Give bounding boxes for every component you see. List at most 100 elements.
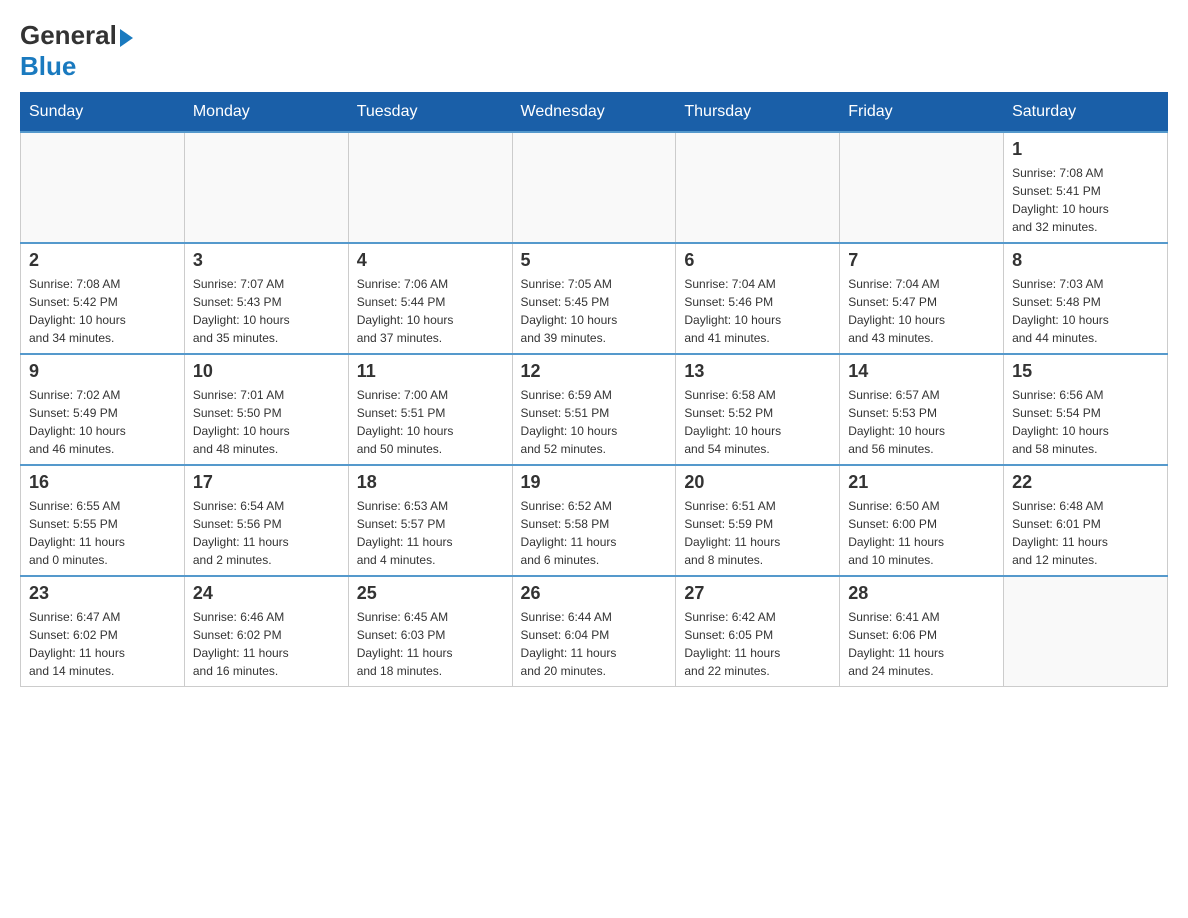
day-info: Sunrise: 6:42 AM Sunset: 6:05 PM Dayligh… bbox=[684, 608, 831, 680]
calendar-cell: 7 Sunrise: 7:04 AM Sunset: 5:47 PM Daylig… bbox=[840, 243, 1004, 354]
calendar-cell: 21 Sunrise: 6:50 AM Sunset: 6:00 PM Dayli… bbox=[840, 465, 1004, 576]
calendar-week-row: 2 Sunrise: 7:08 AM Sunset: 5:42 PM Daylig… bbox=[21, 243, 1168, 354]
calendar-cell: 24 Sunrise: 6:46 AM Sunset: 6:02 PM Dayli… bbox=[184, 576, 348, 687]
calendar-cell: 1Sunrise: 7:08 AM Sunset: 5:41 PM Daylig… bbox=[1004, 132, 1168, 243]
day-info: Sunrise: 6:50 AM Sunset: 6:00 PM Dayligh… bbox=[848, 497, 995, 569]
day-info: Sunrise: 6:41 AM Sunset: 6:06 PM Dayligh… bbox=[848, 608, 995, 680]
calendar-cell: 9 Sunrise: 7:02 AM Sunset: 5:49 PM Daylig… bbox=[21, 354, 185, 465]
day-number: 24 bbox=[193, 583, 340, 604]
day-number: 25 bbox=[357, 583, 504, 604]
day-info: Sunrise: 7:08 AM Sunset: 5:42 PM Dayligh… bbox=[29, 275, 176, 347]
calendar-header-tuesday: Tuesday bbox=[348, 93, 512, 133]
day-number: 8 bbox=[1012, 250, 1159, 271]
day-info: Sunrise: 6:47 AM Sunset: 6:02 PM Dayligh… bbox=[29, 608, 176, 680]
day-number: 4 bbox=[357, 250, 504, 271]
calendar-cell: 18 Sunrise: 6:53 AM Sunset: 5:57 PM Dayli… bbox=[348, 465, 512, 576]
calendar-cell: 23Sunrise: 6:47 AM Sunset: 6:02 PM Dayli… bbox=[21, 576, 185, 687]
calendar-cell: 28Sunrise: 6:41 AM Sunset: 6:06 PM Dayli… bbox=[840, 576, 1004, 687]
calendar-week-row: 16 Sunrise: 6:55 AM Sunset: 5:55 PM Dayli… bbox=[21, 465, 1168, 576]
day-number: 19 bbox=[521, 472, 668, 493]
calendar-table: SundayMondayTuesdayWednesdayThursdayFrid… bbox=[20, 92, 1168, 687]
day-number: 11 bbox=[357, 361, 504, 382]
calendar-header-row: SundayMondayTuesdayWednesdayThursdayFrid… bbox=[21, 93, 1168, 133]
calendar-cell bbox=[676, 132, 840, 243]
day-info: Sunrise: 7:01 AM Sunset: 5:50 PM Dayligh… bbox=[193, 386, 340, 458]
day-number: 7 bbox=[848, 250, 995, 271]
calendar-cell bbox=[348, 132, 512, 243]
page-header: General Blue bbox=[20, 20, 1168, 82]
calendar-cell: 15 Sunrise: 6:56 AM Sunset: 5:54 PM Dayli… bbox=[1004, 354, 1168, 465]
day-number: 20 bbox=[684, 472, 831, 493]
day-info: Sunrise: 7:04 AM Sunset: 5:47 PM Dayligh… bbox=[848, 275, 995, 347]
day-info: Sunrise: 6:48 AM Sunset: 6:01 PM Dayligh… bbox=[1012, 497, 1159, 569]
calendar-cell: 3 Sunrise: 7:07 AM Sunset: 5:43 PM Daylig… bbox=[184, 243, 348, 354]
day-info: Sunrise: 7:07 AM Sunset: 5:43 PM Dayligh… bbox=[193, 275, 340, 347]
day-number: 27 bbox=[684, 583, 831, 604]
calendar-cell: 26Sunrise: 6:44 AM Sunset: 6:04 PM Dayli… bbox=[512, 576, 676, 687]
day-info: Sunrise: 7:02 AM Sunset: 5:49 PM Dayligh… bbox=[29, 386, 176, 458]
day-number: 16 bbox=[29, 472, 176, 493]
day-info: Sunrise: 6:57 AM Sunset: 5:53 PM Dayligh… bbox=[848, 386, 995, 458]
calendar-header-monday: Monday bbox=[184, 93, 348, 133]
calendar-cell bbox=[184, 132, 348, 243]
calendar-week-row: 9 Sunrise: 7:02 AM Sunset: 5:49 PM Daylig… bbox=[21, 354, 1168, 465]
calendar-cell: 2 Sunrise: 7:08 AM Sunset: 5:42 PM Daylig… bbox=[21, 243, 185, 354]
calendar-cell: 11 Sunrise: 7:00 AM Sunset: 5:51 PM Dayli… bbox=[348, 354, 512, 465]
calendar-cell: 14 Sunrise: 6:57 AM Sunset: 5:53 PM Dayli… bbox=[840, 354, 1004, 465]
calendar-cell: 5 Sunrise: 7:05 AM Sunset: 5:45 PM Daylig… bbox=[512, 243, 676, 354]
calendar-cell bbox=[21, 132, 185, 243]
day-info: Sunrise: 6:53 AM Sunset: 5:57 PM Dayligh… bbox=[357, 497, 504, 569]
logo-arrow-icon bbox=[120, 29, 133, 47]
logo-general-text: General bbox=[20, 20, 117, 51]
day-number: 13 bbox=[684, 361, 831, 382]
calendar-cell: 17 Sunrise: 6:54 AM Sunset: 5:56 PM Dayli… bbox=[184, 465, 348, 576]
day-info: Sunrise: 7:08 AM Sunset: 5:41 PM Dayligh… bbox=[1012, 164, 1159, 236]
day-number: 9 bbox=[29, 361, 176, 382]
day-info: Sunrise: 7:05 AM Sunset: 5:45 PM Dayligh… bbox=[521, 275, 668, 347]
calendar-cell: 19 Sunrise: 6:52 AM Sunset: 5:58 PM Dayli… bbox=[512, 465, 676, 576]
logo: General Blue bbox=[20, 20, 133, 82]
day-number: 2 bbox=[29, 250, 176, 271]
day-number: 14 bbox=[848, 361, 995, 382]
day-info: Sunrise: 7:00 AM Sunset: 5:51 PM Dayligh… bbox=[357, 386, 504, 458]
day-number: 10 bbox=[193, 361, 340, 382]
day-info: Sunrise: 6:46 AM Sunset: 6:02 PM Dayligh… bbox=[193, 608, 340, 680]
day-info: Sunrise: 6:54 AM Sunset: 5:56 PM Dayligh… bbox=[193, 497, 340, 569]
day-number: 26 bbox=[521, 583, 668, 604]
day-info: Sunrise: 6:56 AM Sunset: 5:54 PM Dayligh… bbox=[1012, 386, 1159, 458]
calendar-cell: 8 Sunrise: 7:03 AM Sunset: 5:48 PM Daylig… bbox=[1004, 243, 1168, 354]
day-number: 5 bbox=[521, 250, 668, 271]
day-number: 6 bbox=[684, 250, 831, 271]
day-number: 17 bbox=[193, 472, 340, 493]
calendar-cell: 22 Sunrise: 6:48 AM Sunset: 6:01 PM Dayli… bbox=[1004, 465, 1168, 576]
calendar-cell: 16 Sunrise: 6:55 AM Sunset: 5:55 PM Dayli… bbox=[21, 465, 185, 576]
day-info: Sunrise: 7:03 AM Sunset: 5:48 PM Dayligh… bbox=[1012, 275, 1159, 347]
calendar-week-row: 1Sunrise: 7:08 AM Sunset: 5:41 PM Daylig… bbox=[21, 132, 1168, 243]
calendar-cell: 10 Sunrise: 7:01 AM Sunset: 5:50 PM Dayli… bbox=[184, 354, 348, 465]
day-info: Sunrise: 6:55 AM Sunset: 5:55 PM Dayligh… bbox=[29, 497, 176, 569]
day-number: 3 bbox=[193, 250, 340, 271]
day-info: Sunrise: 6:51 AM Sunset: 5:59 PM Dayligh… bbox=[684, 497, 831, 569]
day-info: Sunrise: 6:52 AM Sunset: 5:58 PM Dayligh… bbox=[521, 497, 668, 569]
day-info: Sunrise: 7:06 AM Sunset: 5:44 PM Dayligh… bbox=[357, 275, 504, 347]
day-info: Sunrise: 6:45 AM Sunset: 6:03 PM Dayligh… bbox=[357, 608, 504, 680]
calendar-cell bbox=[840, 132, 1004, 243]
day-info: Sunrise: 6:58 AM Sunset: 5:52 PM Dayligh… bbox=[684, 386, 831, 458]
day-number: 21 bbox=[848, 472, 995, 493]
calendar-header-wednesday: Wednesday bbox=[512, 93, 676, 133]
calendar-header-saturday: Saturday bbox=[1004, 93, 1168, 133]
day-number: 15 bbox=[1012, 361, 1159, 382]
calendar-cell: 6 Sunrise: 7:04 AM Sunset: 5:46 PM Daylig… bbox=[676, 243, 840, 354]
calendar-cell: 12 Sunrise: 6:59 AM Sunset: 5:51 PM Dayli… bbox=[512, 354, 676, 465]
day-number: 18 bbox=[357, 472, 504, 493]
calendar-header-thursday: Thursday bbox=[676, 93, 840, 133]
calendar-week-row: 23Sunrise: 6:47 AM Sunset: 6:02 PM Dayli… bbox=[21, 576, 1168, 687]
calendar-header-friday: Friday bbox=[840, 93, 1004, 133]
calendar-cell: 4 Sunrise: 7:06 AM Sunset: 5:44 PM Daylig… bbox=[348, 243, 512, 354]
day-number: 12 bbox=[521, 361, 668, 382]
day-number: 22 bbox=[1012, 472, 1159, 493]
day-info: Sunrise: 6:59 AM Sunset: 5:51 PM Dayligh… bbox=[521, 386, 668, 458]
calendar-cell: 25 Sunrise: 6:45 AM Sunset: 6:03 PM Dayli… bbox=[348, 576, 512, 687]
calendar-cell bbox=[512, 132, 676, 243]
day-info: Sunrise: 7:04 AM Sunset: 5:46 PM Dayligh… bbox=[684, 275, 831, 347]
